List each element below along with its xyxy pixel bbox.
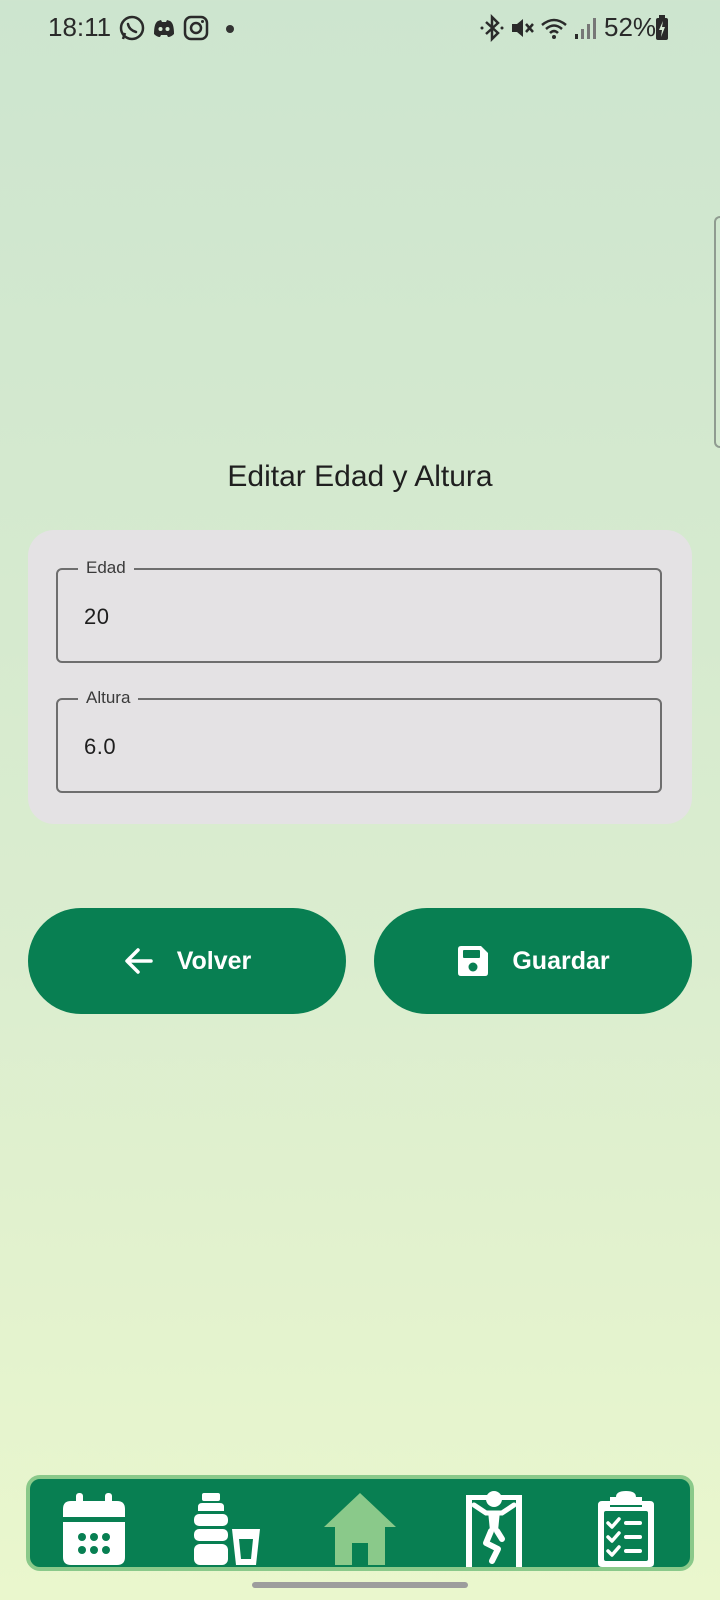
- page-title: Editar Edad y Altura: [227, 460, 493, 493]
- floppy-disk-icon: [458, 946, 489, 976]
- gesture-bar[interactable]: [252, 1582, 468, 1588]
- age-field-label: Edad: [78, 558, 134, 578]
- back-button[interactable]: Volver: [28, 908, 346, 1014]
- calendar-icon: [63, 1493, 125, 1565]
- age-field[interactable]: Edad 20: [56, 558, 662, 663]
- status-time: 18:11: [48, 12, 112, 42]
- instagram-icon: [183, 15, 209, 41]
- save-button-label: Guardar: [512, 946, 610, 975]
- status-bar: 18:11 52%: [0, 0, 720, 58]
- back-button-label: Volver: [176, 946, 252, 975]
- clipboard-checklist-icon: [598, 1491, 654, 1567]
- nav-home[interactable]: [320, 1489, 400, 1569]
- age-field-value[interactable]: 20: [84, 604, 109, 630]
- notification-dot: [226, 25, 234, 33]
- bottle-glass-icon: [194, 1493, 260, 1565]
- arrow-left-icon: [124, 948, 153, 974]
- pullup-icon: [466, 1491, 522, 1567]
- bluetooth-icon: [480, 14, 504, 42]
- form-card: Edad 20 Altura 6.0: [28, 530, 692, 824]
- save-button[interactable]: Guardar: [374, 908, 692, 1014]
- discord-icon: [154, 20, 174, 37]
- height-field[interactable]: Altura 6.0: [56, 688, 662, 793]
- height-field-label: Altura: [78, 688, 139, 708]
- nav-exercise[interactable]: [454, 1489, 534, 1569]
- battery-percentage: 52%: [604, 12, 657, 42]
- battery-icon: [656, 15, 668, 40]
- nav-hydration[interactable]: [186, 1489, 266, 1569]
- bottom-navigation: [26, 1475, 694, 1571]
- home-icon: [324, 1493, 396, 1565]
- signal-icon: [575, 18, 596, 39]
- edge-panel-handle[interactable]: [714, 216, 720, 448]
- nav-calendar[interactable]: [54, 1489, 134, 1569]
- height-field-value[interactable]: 6.0: [84, 734, 116, 760]
- wifi-icon: [541, 18, 567, 39]
- whatsapp-icon: [119, 15, 145, 41]
- nav-checklist[interactable]: [586, 1489, 666, 1569]
- mute-icon: [512, 19, 534, 37]
